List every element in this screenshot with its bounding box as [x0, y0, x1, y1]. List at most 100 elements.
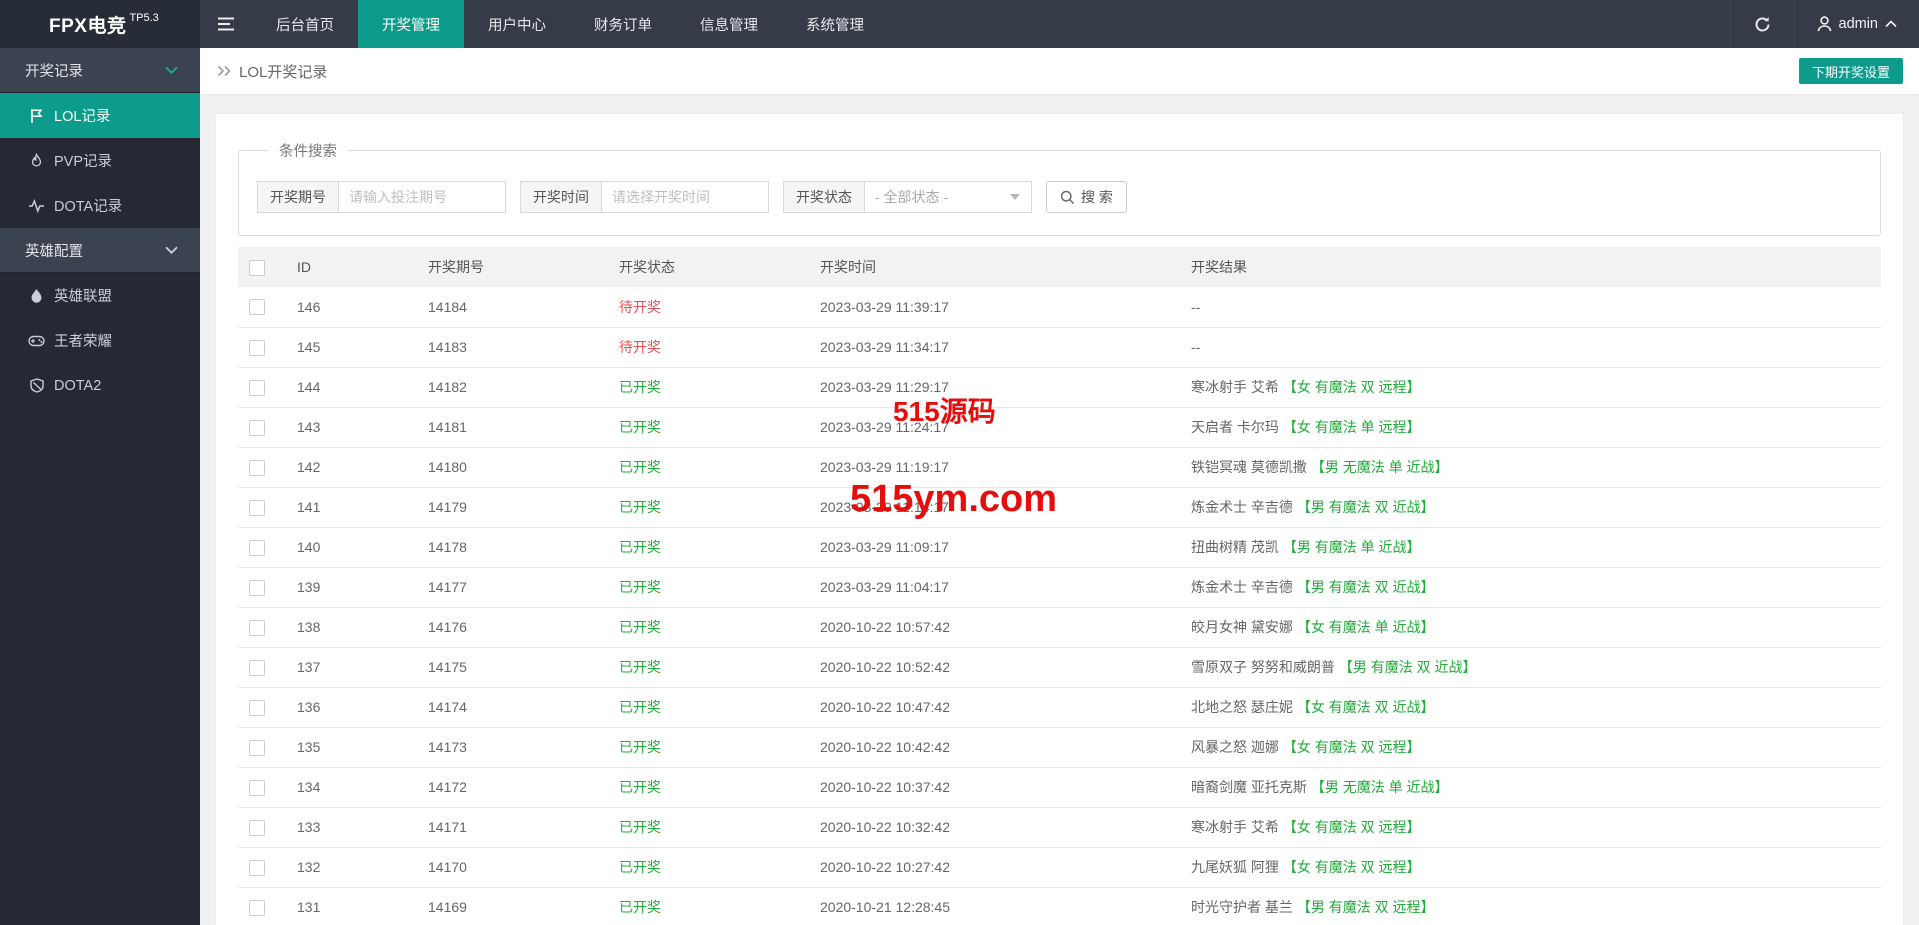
- row-id: 146: [297, 298, 321, 315]
- admin-page: { "navbar": { "brand": "FPX电竞", "brand_v…: [0, 0, 1919, 925]
- row-draw-time: 2023-03-29 11:04:17: [820, 579, 949, 595]
- row-checkbox[interactable]: [249, 539, 265, 556]
- table-header-row: ID 开奖期号 开奖状态 开奖时间 开奖结果: [238, 247, 1881, 287]
- sidebar-item-PVP记录[interactable]: PVP记录: [0, 138, 200, 183]
- search-box-legend: 条件搜索: [279, 144, 337, 160]
- row-issue: 14176: [428, 619, 467, 635]
- row-checkbox[interactable]: [249, 419, 265, 436]
- row-id: 140: [297, 539, 321, 555]
- row-checkbox[interactable]: [249, 819, 265, 836]
- row-id: 144: [297, 379, 321, 395]
- sidebar-item-DOTA2[interactable]: DOTA2: [0, 363, 200, 408]
- row-draw-result: 九尾妖狐 阿狸 【女 有魔法 双 远程】: [1181, 847, 1881, 887]
- main-menu: 后台首页 开奖管理 用户中心 财务订单 信息管理 系统管理: [252, 0, 888, 48]
- chevron-down-icon: [165, 66, 178, 74]
- user-menu[interactable]: admin: [1793, 0, 1919, 48]
- search-button[interactable]: 搜 索: [1046, 181, 1127, 213]
- row-draw-time: 2020-10-22 10:32:42: [820, 819, 950, 835]
- row-status-badge: 已开奖: [619, 859, 661, 875]
- row-checkbox[interactable]: [249, 859, 265, 876]
- row-id: 145: [297, 339, 321, 355]
- result-hero-name: --: [1191, 298, 1201, 315]
- row-issue: 14180: [428, 459, 467, 475]
- row-status-badge: 已开奖: [619, 899, 661, 915]
- sidebar-group-label: 英雄配置: [25, 243, 83, 260]
- result-hero-tags: 【男 无魔法 单 近战】: [1310, 779, 1449, 795]
- row-id: 134: [297, 779, 321, 795]
- row-issue: 14174: [428, 699, 467, 715]
- row-issue: 14170: [428, 859, 467, 875]
- row-draw-result: 寒冰射手 艾希 【女 有魔法 双 远程】: [1181, 807, 1881, 847]
- table-row: 141 14179 已开奖 2023-03-29 11:14:17 炼金术士 辛吉德 【男…: [238, 487, 1881, 527]
- header-id: ID: [297, 259, 311, 275]
- row-draw-result: 天启者 卡尔玛 【女 有魔法 单 远程】: [1181, 407, 1881, 447]
- sidebar-toggle-button[interactable]: [200, 0, 252, 48]
- nav-item-4[interactable]: 信息管理: [676, 0, 782, 48]
- refresh-button[interactable]: [1729, 0, 1794, 48]
- row-issue: 14171: [428, 819, 467, 835]
- sidebar-item-label: PVP记录: [54, 154, 113, 170]
- row-checkbox[interactable]: [249, 499, 265, 516]
- header-status: 开奖状态: [619, 259, 675, 275]
- row-draw-time: 2023-03-29 11:29:17: [820, 379, 949, 395]
- row-checkbox[interactable]: [249, 459, 265, 476]
- row-checkbox[interactable]: [249, 659, 265, 676]
- row-checkbox[interactable]: [249, 379, 265, 396]
- row-draw-time: 2020-10-21 12:28:45: [820, 899, 950, 915]
- result-hero-name: 暗裔剑魔 亚托克斯: [1191, 779, 1307, 795]
- sidebar: 开奖记录 LOL记录 PVP记录 DOTA记录英雄配置英雄联盟 王者荣耀 DOTA2: [0, 48, 200, 925]
- nav-item-1[interactable]: 开奖管理: [358, 0, 464, 48]
- row-checkbox[interactable]: [249, 899, 265, 916]
- result-hero-name: 北地之怒 瑟庄妮: [1191, 699, 1293, 715]
- breadcrumb-bar: LOL开奖记录 下期开奖设置: [200, 48, 1919, 95]
- row-issue: 14172: [428, 779, 467, 795]
- result-hero-tags: 【男 有魔法 双 远程】: [1296, 899, 1435, 915]
- sidebar-group-1[interactable]: 英雄配置: [0, 228, 200, 273]
- row-draw-time: 2020-10-22 10:27:42: [820, 859, 950, 875]
- nav-item-5[interactable]: 系统管理: [782, 0, 888, 48]
- row-status-badge: 已开奖: [619, 499, 661, 515]
- refresh-icon: [1754, 16, 1771, 33]
- row-draw-time: 2020-10-22 10:37:42: [820, 779, 950, 795]
- row-checkbox[interactable]: [249, 739, 265, 756]
- table-row: 139 14177 已开奖 2023-03-29 11:04:17 炼金术士 辛吉德 【男…: [238, 567, 1881, 607]
- content-panel: 条件搜索 开奖期号 开奖时间 开奖状态 - 全部状态 -: [215, 113, 1904, 925]
- row-status-badge: 待开奖: [619, 298, 661, 315]
- select-all-checkbox[interactable]: [249, 259, 265, 276]
- nav-item-3[interactable]: 财务订单: [570, 0, 676, 48]
- row-id: 141: [297, 499, 321, 515]
- sidebar-item-DOTA记录[interactable]: DOTA记录: [0, 183, 200, 228]
- row-draw-result: 雪原双子 努努和威朗普 【男 有魔法 双 近战】: [1181, 647, 1881, 687]
- nav-item-2[interactable]: 用户中心: [464, 0, 570, 48]
- row-draw-result: 炼金术士 辛吉德 【男 有魔法 双 近战】: [1181, 567, 1881, 607]
- row-checkbox[interactable]: [249, 339, 265, 356]
- row-checkbox[interactable]: [249, 579, 265, 596]
- row-checkbox[interactable]: [249, 699, 265, 716]
- row-issue: 14179: [428, 499, 467, 515]
- nav-item-0[interactable]: 后台首页: [252, 0, 358, 48]
- row-id: 143: [297, 419, 321, 435]
- sidebar-item-LOL记录[interactable]: LOL记录: [0, 93, 200, 138]
- brand-version: TP5.3: [129, 12, 159, 24]
- status-select[interactable]: - 全部状态 -: [864, 181, 1032, 213]
- row-draw-time: 2023-03-29 11:14:17: [820, 499, 949, 515]
- row-draw-result: 扭曲树精 茂凯 【男 有魔法 单 近战】: [1181, 527, 1881, 567]
- sidebar-item-英雄联盟[interactable]: 英雄联盟: [0, 273, 200, 318]
- issue-label: 开奖期号: [257, 181, 338, 213]
- row-status-badge: 待开奖: [619, 339, 661, 355]
- top-navbar: FPX电竞 TP5.3 后台首页 开奖管理 用户中心 财务订单 信息管理 系统管理: [0, 0, 1919, 48]
- next-draw-settings-button[interactable]: 下期开奖设置: [1798, 58, 1903, 84]
- sidebar-group-0[interactable]: 开奖记录: [0, 48, 200, 93]
- sidebar-item-王者荣耀[interactable]: 王者荣耀: [0, 318, 200, 363]
- row-status-badge: 已开奖: [619, 419, 661, 435]
- row-checkbox[interactable]: [249, 779, 265, 796]
- brand-logo: FPX电竞 TP5.3: [0, 0, 200, 48]
- row-checkbox[interactable]: [249, 619, 265, 636]
- row-checkbox[interactable]: [249, 299, 265, 316]
- table-row: 142 14180 已开奖 2023-03-29 11:19:17 铁铠冥魂 莫德凯撒【…: [238, 447, 1881, 487]
- content-area: 条件搜索 开奖期号 开奖时间 开奖状态 - 全部状态 -: [200, 95, 1919, 925]
- time-filter-group: 开奖时间: [520, 181, 769, 213]
- time-input[interactable]: [601, 181, 769, 213]
- row-draw-result: --: [1181, 287, 1881, 327]
- issue-input[interactable]: [338, 181, 506, 213]
